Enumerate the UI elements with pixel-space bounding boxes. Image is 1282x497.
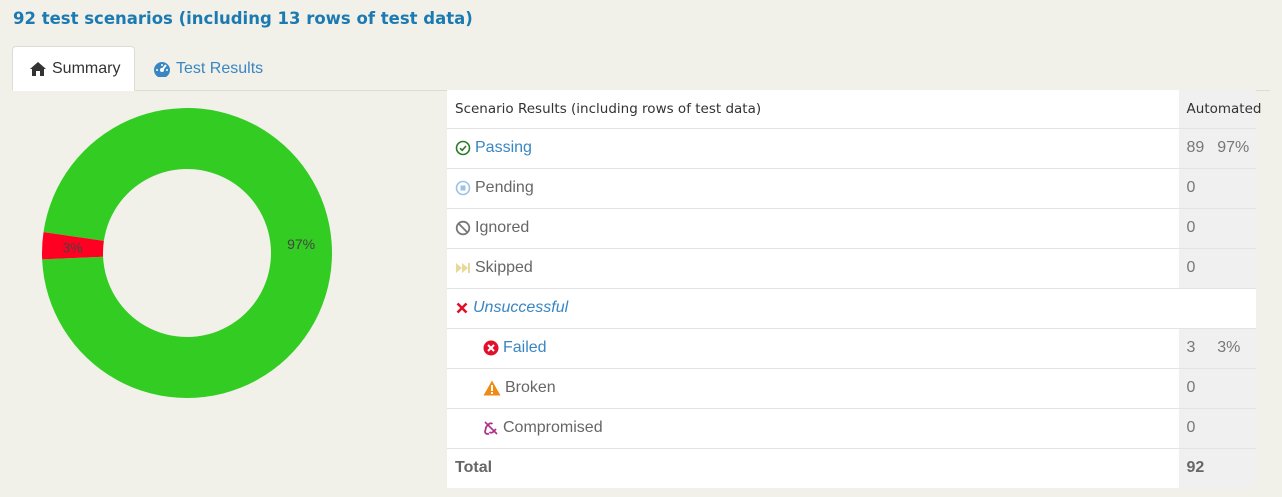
- failed-percent: 3%: [1217, 328, 1256, 369]
- tab-bar: Summary Test Results: [12, 46, 1270, 91]
- ignored-label: Ignored: [475, 219, 530, 236]
- compromised-label: Compromised: [503, 419, 603, 436]
- stop-circle-icon: [455, 180, 471, 196]
- skipped-count: 0: [1178, 248, 1218, 289]
- table-row-total: Total 92: [447, 448, 1256, 488]
- fast-forward-icon: [455, 260, 471, 276]
- tab-test-results-label: Test Results: [176, 59, 264, 77]
- total-label: Total: [447, 448, 1179, 488]
- x-icon: [455, 301, 469, 315]
- tab-summary[interactable]: Summary: [12, 46, 135, 91]
- table-row-pending: Pending 0: [447, 168, 1256, 209]
- table-row-failed: Failed 3 3%: [447, 328, 1256, 369]
- times-circle-icon: [483, 340, 499, 356]
- pending-count: 0: [1178, 168, 1218, 209]
- pending-label: Pending: [475, 179, 534, 196]
- ban-icon: [455, 220, 471, 236]
- table-row-compromised: Compromised 0: [447, 408, 1256, 449]
- table-row-unsuccessful: Unsuccessful: [447, 288, 1256, 329]
- header-automated: Automated: [1178, 90, 1261, 129]
- page-title: 92 test scenarios (including 13 rows of …: [13, 9, 473, 28]
- skipped-label: Skipped: [475, 259, 533, 276]
- table-row-broken: Broken 0: [447, 368, 1256, 409]
- total-count: 92: [1178, 448, 1256, 488]
- passing-count: 89: [1178, 128, 1218, 169]
- broken-count: 0: [1178, 368, 1218, 409]
- results-donut-chart: 3% 97%: [36, 102, 338, 404]
- unsuccessful-link[interactable]: Unsuccessful: [473, 299, 568, 317]
- donut-label-passing: 97%: [287, 236, 315, 252]
- pending-percent: [1217, 168, 1256, 209]
- warning-icon: [483, 380, 501, 396]
- check-circle-icon: [455, 140, 471, 156]
- home-icon: [29, 61, 47, 77]
- dashboard-icon: [153, 61, 171, 77]
- table-row-ignored: Ignored 0: [447, 208, 1256, 249]
- unlink-icon: [483, 420, 499, 436]
- skipped-percent: [1217, 248, 1256, 289]
- table-row-passing: Passing 89 97%: [447, 128, 1256, 169]
- passing-link[interactable]: Passing: [475, 139, 532, 157]
- ignored-percent: [1217, 208, 1256, 249]
- header-scenario-results: Scenario Results (including rows of test…: [447, 90, 1179, 129]
- broken-label: Broken: [505, 379, 556, 396]
- tab-summary-label: Summary: [52, 59, 121, 77]
- failed-link[interactable]: Failed: [503, 339, 547, 357]
- failed-count: 3: [1178, 328, 1218, 369]
- scenario-results-table: Scenario Results (including rows of test…: [447, 90, 1261, 488]
- donut-label-failed: 3%: [63, 239, 83, 255]
- compromised-percent: [1217, 408, 1256, 449]
- passing-percent: 97%: [1217, 128, 1256, 169]
- broken-percent: [1217, 368, 1256, 409]
- ignored-count: 0: [1178, 208, 1218, 249]
- table-row-skipped: Skipped 0: [447, 248, 1256, 289]
- tab-test-results[interactable]: Test Results: [153, 46, 263, 91]
- compromised-count: 0: [1178, 408, 1218, 449]
- table-header-row: Scenario Results (including rows of test…: [447, 90, 1261, 129]
